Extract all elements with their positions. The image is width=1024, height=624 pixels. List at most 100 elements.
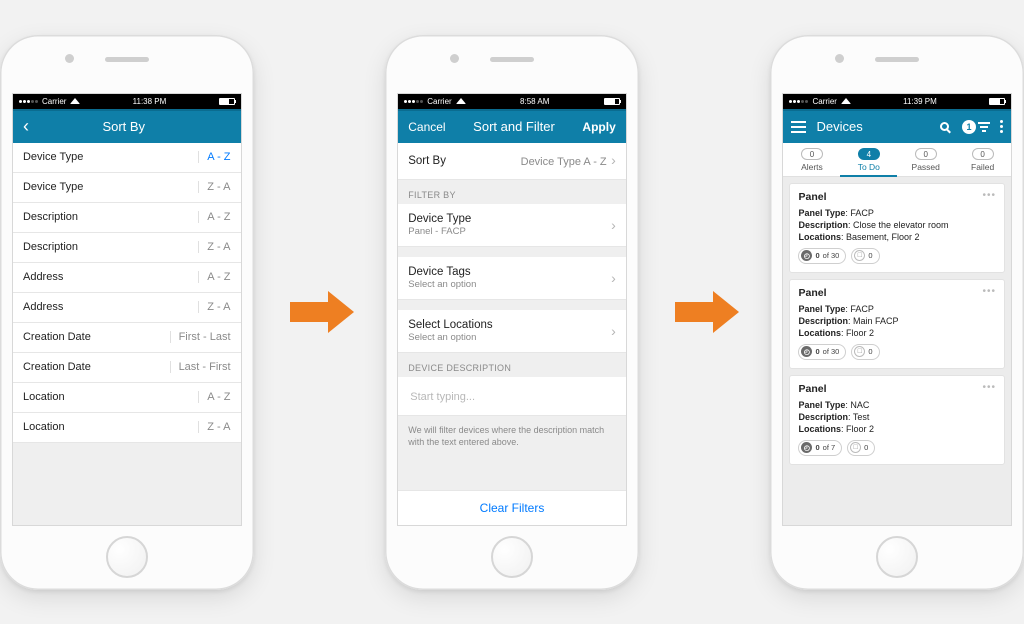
- clock-icon: ◴: [801, 442, 812, 453]
- tab-label: Alerts: [801, 162, 823, 172]
- sort-option-row[interactable]: Device Type A - Z: [13, 143, 241, 173]
- card-more-icon[interactable]: •••: [983, 286, 997, 297]
- sort-option-label: Device Type: [23, 151, 83, 163]
- filter-by-header: FILTER BY: [398, 180, 626, 204]
- chevron-right-icon: ›: [611, 217, 616, 233]
- nav-bar: ‹ Sort By: [13, 109, 241, 143]
- sort-option-label: Device Type: [23, 181, 83, 193]
- sort-option-value: A - Z: [198, 391, 230, 403]
- tab-label: Failed: [971, 162, 994, 172]
- filter-count-badge: 1: [962, 120, 976, 134]
- tab-to-do[interactable]: 4To Do: [840, 143, 897, 176]
- sort-option-row[interactable]: Description Z - A: [13, 233, 241, 263]
- filter-locations-row[interactable]: Select LocationsSelect an option ›: [398, 310, 626, 353]
- filter-device-type-row[interactable]: Device TypePanel - FACP ›: [398, 204, 626, 247]
- tab-count-badge: 0: [972, 148, 994, 160]
- tab-label: Passed: [912, 162, 940, 172]
- phone-sort-and-filter: Carrier 8:58 AM Cancel Sort and Filter A…: [385, 35, 639, 590]
- sort-option-label: Description: [23, 241, 78, 253]
- device-card[interactable]: •••PanelPanel Type: FACPDescription: Clo…: [789, 183, 1005, 273]
- note-icon: □: [850, 442, 861, 453]
- sort-option-value: Z - A: [198, 181, 230, 193]
- clock-icon: ◴: [801, 250, 812, 261]
- cancel-button[interactable]: Cancel: [408, 120, 445, 134]
- tab-label: To Do: [858, 162, 880, 172]
- page-title: Sort By: [102, 119, 145, 134]
- card-title: Panel: [798, 383, 996, 395]
- sort-option-row[interactable]: Device Type Z - A: [13, 173, 241, 203]
- flow-arrow-icon: [675, 291, 735, 333]
- status-bar: Carrier 11:38 PM: [13, 94, 241, 109]
- page-title: Devices: [816, 119, 926, 134]
- sort-options-list: Device TypeA - ZDevice TypeZ - ADescript…: [13, 143, 241, 443]
- progress-chip: ◴0 of 7: [798, 440, 842, 456]
- chevron-right-icon: ›: [611, 270, 616, 286]
- status-time: 11:38 PM: [133, 97, 167, 106]
- sort-by-label: Sort By: [408, 155, 446, 167]
- sort-option-row[interactable]: Location A - Z: [13, 383, 241, 413]
- sort-option-row[interactable]: AddressZ - A: [13, 293, 241, 323]
- sort-option-label: Address: [23, 271, 63, 283]
- sort-option-label: Creation Date: [23, 361, 91, 373]
- chevron-right-icon: ›: [611, 323, 616, 339]
- status-bar: Carrier 8:58 AM: [398, 94, 626, 109]
- sort-option-value: First - Last: [170, 331, 231, 343]
- sort-option-row[interactable]: AddressA - Z: [13, 263, 241, 293]
- sort-by-row[interactable]: Sort By Device Type A - Z ›: [398, 143, 626, 180]
- filter-button[interactable]: 1: [962, 120, 990, 134]
- status-tabs: 0 Alerts 4To Do 0 Passed 0 Failed: [783, 143, 1011, 177]
- sort-option-value: Z - A: [198, 241, 230, 253]
- card-title: Panel: [798, 287, 996, 299]
- tab-failed[interactable]: 0 Failed: [954, 143, 1011, 176]
- description-input-row[interactable]: [398, 377, 626, 416]
- home-button[interactable]: [491, 536, 533, 578]
- tab-alerts[interactable]: 0 Alerts: [783, 143, 840, 176]
- note-icon: □: [854, 250, 865, 261]
- notes-chip: □0: [851, 248, 879, 264]
- sort-option-value: Last - First: [170, 361, 231, 373]
- status-time: 11:39 PM: [903, 97, 937, 106]
- sort-option-value: A - Z: [198, 151, 230, 163]
- sort-option-label: Location: [23, 421, 65, 433]
- device-card[interactable]: •••PanelPanel Type: FACPDescription: Mai…: [789, 279, 1005, 369]
- phone-devices: Carrier 11:39 PM Devices 1 0 Alerts 4To Do…: [770, 35, 1024, 590]
- nav-bar: Devices 1: [783, 109, 1011, 143]
- sort-option-row[interactable]: LocationZ - A: [13, 413, 241, 443]
- description-hint: We will filter devices where the descrip…: [398, 416, 626, 456]
- flow-arrow-icon: [290, 291, 350, 333]
- carrier-label: Carrier: [42, 97, 66, 106]
- nav-bar: Cancel Sort and Filter Apply: [398, 109, 626, 143]
- wifi-icon: [70, 98, 80, 104]
- menu-icon[interactable]: [791, 121, 806, 133]
- home-button[interactable]: [106, 536, 148, 578]
- card-more-icon[interactable]: •••: [983, 190, 997, 201]
- sort-option-row[interactable]: Creation Date Last - First: [13, 353, 241, 383]
- apply-button[interactable]: Apply: [582, 120, 615, 134]
- status-bar: Carrier 11:39 PM: [783, 94, 1011, 109]
- search-icon[interactable]: [936, 119, 952, 135]
- more-icon[interactable]: [1000, 120, 1003, 133]
- progress-chip: ◴0 of 30: [798, 344, 846, 360]
- note-icon: □: [854, 346, 865, 357]
- filter-icon: [978, 122, 990, 132]
- sort-option-row[interactable]: DescriptionA - Z: [13, 203, 241, 233]
- device-card[interactable]: •••PanelPanel Type: NACDescription: Test…: [789, 375, 1005, 465]
- clear-filters-button[interactable]: Clear Filters: [398, 490, 626, 525]
- card-more-icon[interactable]: •••: [983, 382, 997, 393]
- back-icon[interactable]: ‹: [23, 116, 29, 137]
- sort-option-label: Description: [23, 211, 78, 223]
- filter-device-tags-row[interactable]: Device TagsSelect an option ›: [398, 257, 626, 300]
- wifi-icon: [841, 98, 851, 104]
- home-button[interactable]: [876, 536, 918, 578]
- progress-chip: ◴0 of 30: [798, 248, 846, 264]
- tab-passed[interactable]: 0 Passed: [897, 143, 954, 176]
- wifi-icon: [456, 98, 466, 104]
- sort-by-value: Device Type A - Z: [521, 156, 607, 168]
- sort-option-row[interactable]: Creation DateFirst - Last: [13, 323, 241, 353]
- device-list: •••PanelPanel Type: FACPDescription: Clo…: [783, 177, 1011, 465]
- description-input[interactable]: [408, 390, 616, 404]
- tab-count-badge: 0: [801, 148, 823, 160]
- sort-option-label: Location: [23, 391, 65, 403]
- tab-count-badge: 0: [915, 148, 937, 160]
- notes-chip: □0: [847, 440, 875, 456]
